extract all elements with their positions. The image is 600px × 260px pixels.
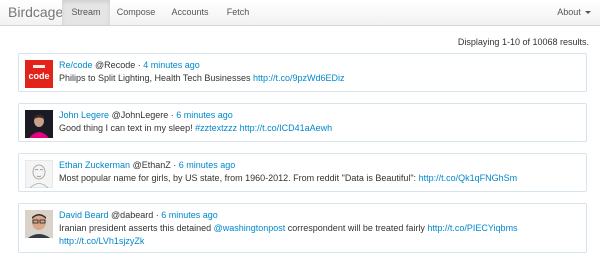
author-name[interactable]: David Beard <box>59 210 109 220</box>
tweet-text-line2: http://t.co/LVh1sjzyZk <box>59 235 578 248</box>
separator: · <box>137 60 141 70</box>
separator: · <box>173 160 177 170</box>
tweet-header: Ethan Zuckerman @EthanZ · 6 minutes ago <box>59 159 578 172</box>
tweet-body: Re/code @Recode · 4 minutes ago Philips … <box>59 59 578 85</box>
tweet-header: John Legere @JohnLegere · 6 minutes ago <box>59 109 578 122</box>
navbar: Birdcage Stream Compose Accounts Fetch A… <box>0 0 600 26</box>
tweet-time[interactable]: 4 minutes ago <box>143 60 200 70</box>
tweet-card: Ethan Zuckerman @EthanZ · 6 minutes ago … <box>18 153 587 192</box>
about-label: About <box>557 7 581 17</box>
nav-tab-stream[interactable]: Stream <box>62 0 110 25</box>
tweet-body: John Legere @JohnLegere · 6 minutes ago … <box>59 109 578 135</box>
recode-logo-icon[interactable]: code <box>25 60 53 88</box>
separator: · <box>170 110 174 120</box>
author-handle: @JohnLegere <box>111 110 169 120</box>
tweet-text-content: Most popular name for girls, by US state… <box>59 173 419 183</box>
caret-down-icon <box>584 11 591 15</box>
tweet-time[interactable]: 6 minutes ago <box>161 210 218 220</box>
tweet-link[interactable]: http://t.co/Qk1qFNGhSm <box>419 173 518 183</box>
author-handle: @Recode <box>95 60 136 70</box>
author-handle: @EthanZ <box>132 160 171 170</box>
tweet-body: Ethan Zuckerman @EthanZ · 6 minutes ago … <box>59 159 578 185</box>
tweet-card: David Beard @dabeard · 6 minutes ago Ira… <box>18 203 587 253</box>
author-name[interactable]: Re/code <box>59 60 93 70</box>
tweet-text-before: Iranian president asserts this detained <box>59 223 214 233</box>
sketch-portrait-icon[interactable] <box>25 160 53 188</box>
tweet-header: Re/code @Recode · 4 minutes ago <box>59 59 578 72</box>
tweet-body: David Beard @dabeard · 6 minutes ago Ira… <box>59 209 578 248</box>
brand[interactable]: Birdcage <box>8 4 63 20</box>
nav-tab-compose[interactable]: Compose <box>110 0 162 25</box>
results-summary: Displaying 1-10 of 10068 results. <box>457 37 589 47</box>
tweet-text-content: Good thing I can text in my sleep! <box>59 123 196 133</box>
author-handle: @dabeard <box>111 210 154 220</box>
tweet-time[interactable]: 6 minutes ago <box>176 110 233 120</box>
tweet-text: Good thing I can text in my sleep! #zzte… <box>59 122 578 135</box>
tweet-card: John Legere @JohnLegere · 6 minutes ago … <box>18 103 587 142</box>
tweet-text: Iranian president asserts this detained … <box>59 222 578 235</box>
nav-tab-accounts[interactable]: Accounts <box>162 0 218 25</box>
tweet-text-content: Philips to Split Lighting, Health Tech B… <box>59 73 253 83</box>
tweet-text: Philips to Split Lighting, Health Tech B… <box>59 72 578 85</box>
tweet-text-after: correspondent will be treated fairly <box>285 223 428 233</box>
author-name[interactable]: John Legere <box>59 110 109 120</box>
svg-text:code: code <box>28 71 49 81</box>
tweet-card: code Re/code @Recode · 4 minutes ago Phi… <box>18 53 587 92</box>
author-name[interactable]: Ethan Zuckerman <box>59 160 130 170</box>
tweet-link-2[interactable]: http://t.co/LVh1sjzyZk <box>59 236 144 246</box>
tweet-hashtag[interactable]: #zztextzzz <box>195 123 237 133</box>
tweet-link[interactable]: http://t.co/9pzWd6EDiz <box>253 73 345 83</box>
tweet-text: Most popular name for girls, by US state… <box>59 172 578 185</box>
tweet-link[interactable]: http://t.co/ICD41aAewh <box>240 123 333 133</box>
tweet-link[interactable]: http://t.co/PIECYiqbms <box>427 223 517 233</box>
nav-tab-fetch[interactable]: Fetch <box>218 0 258 25</box>
separator: · <box>155 210 159 220</box>
tweet-mention[interactable]: @washingtonpost <box>214 223 286 233</box>
person-photo-icon[interactable] <box>25 210 53 238</box>
about-menu[interactable]: About <box>554 0 594 25</box>
person-photo-icon[interactable] <box>25 110 53 138</box>
tweet-time[interactable]: 6 minutes ago <box>179 160 236 170</box>
tweet-header: David Beard @dabeard · 6 minutes ago <box>59 209 578 222</box>
